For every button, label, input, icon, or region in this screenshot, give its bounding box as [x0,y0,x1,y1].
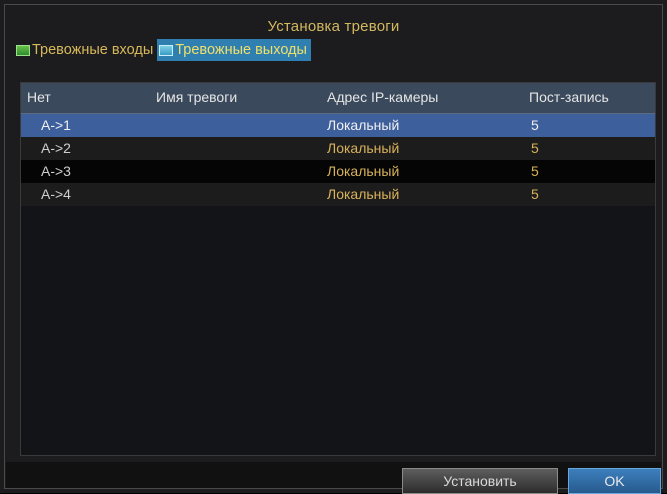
tab-alarm-inputs-label: Тревожные входы [32,42,154,58]
row-number: A->2 [41,140,71,156]
tab-alarm-outputs[interactable]: Тревожные выходы [157,39,311,61]
column-header-no: Нет [27,89,51,105]
row-post-record: 5 [531,117,539,133]
tab-bar: Тревожные входы Тревожные выходы [14,38,311,62]
ok-button[interactable]: OK [568,468,661,494]
setup-button[interactable]: Установить [402,468,558,494]
row-number: A->1 [41,117,71,133]
table-row[interactable]: A->1 Локальный 5 [21,114,655,137]
row-post-record: 5 [531,163,539,179]
row-ip-camera: Локальный [327,186,400,202]
table-row[interactable]: A->4 Локальный 5 [21,183,655,206]
alarm-output-icon [159,44,174,56]
table-row[interactable]: A->3 Локальный 5 [21,160,655,183]
row-post-record: 5 [531,140,539,156]
tab-alarm-outputs-label: Тревожные выходы [175,42,307,58]
row-number: A->4 [41,186,71,202]
column-header-ip-camera: Адрес IP-камеры [327,89,439,105]
row-ip-camera: Локальный [327,163,400,179]
row-number: A->3 [41,163,71,179]
row-ip-camera: Локальный [327,140,400,156]
row-ip-camera: Локальный [327,117,400,133]
row-post-record: 5 [531,186,539,202]
button-bar [6,462,661,488]
alarm-output-table: Нет Имя тревоги Адрес IP-камеры Пост-зап… [20,82,656,456]
alarm-settings-dialog: Установка тревоги Тревожные входы Тревож… [0,0,667,494]
table-row[interactable]: A->2 Локальный 5 [21,137,655,160]
alarm-input-icon [16,44,30,56]
tab-alarm-inputs[interactable]: Тревожные входы [14,39,157,61]
dialog-title: Установка тревоги [267,18,400,35]
table-header: Нет Имя тревоги Адрес IP-камеры Пост-зап… [21,83,655,114]
column-header-alarm-name: Имя тревоги [156,89,238,105]
column-header-post-record: Пост-запись [529,89,609,105]
